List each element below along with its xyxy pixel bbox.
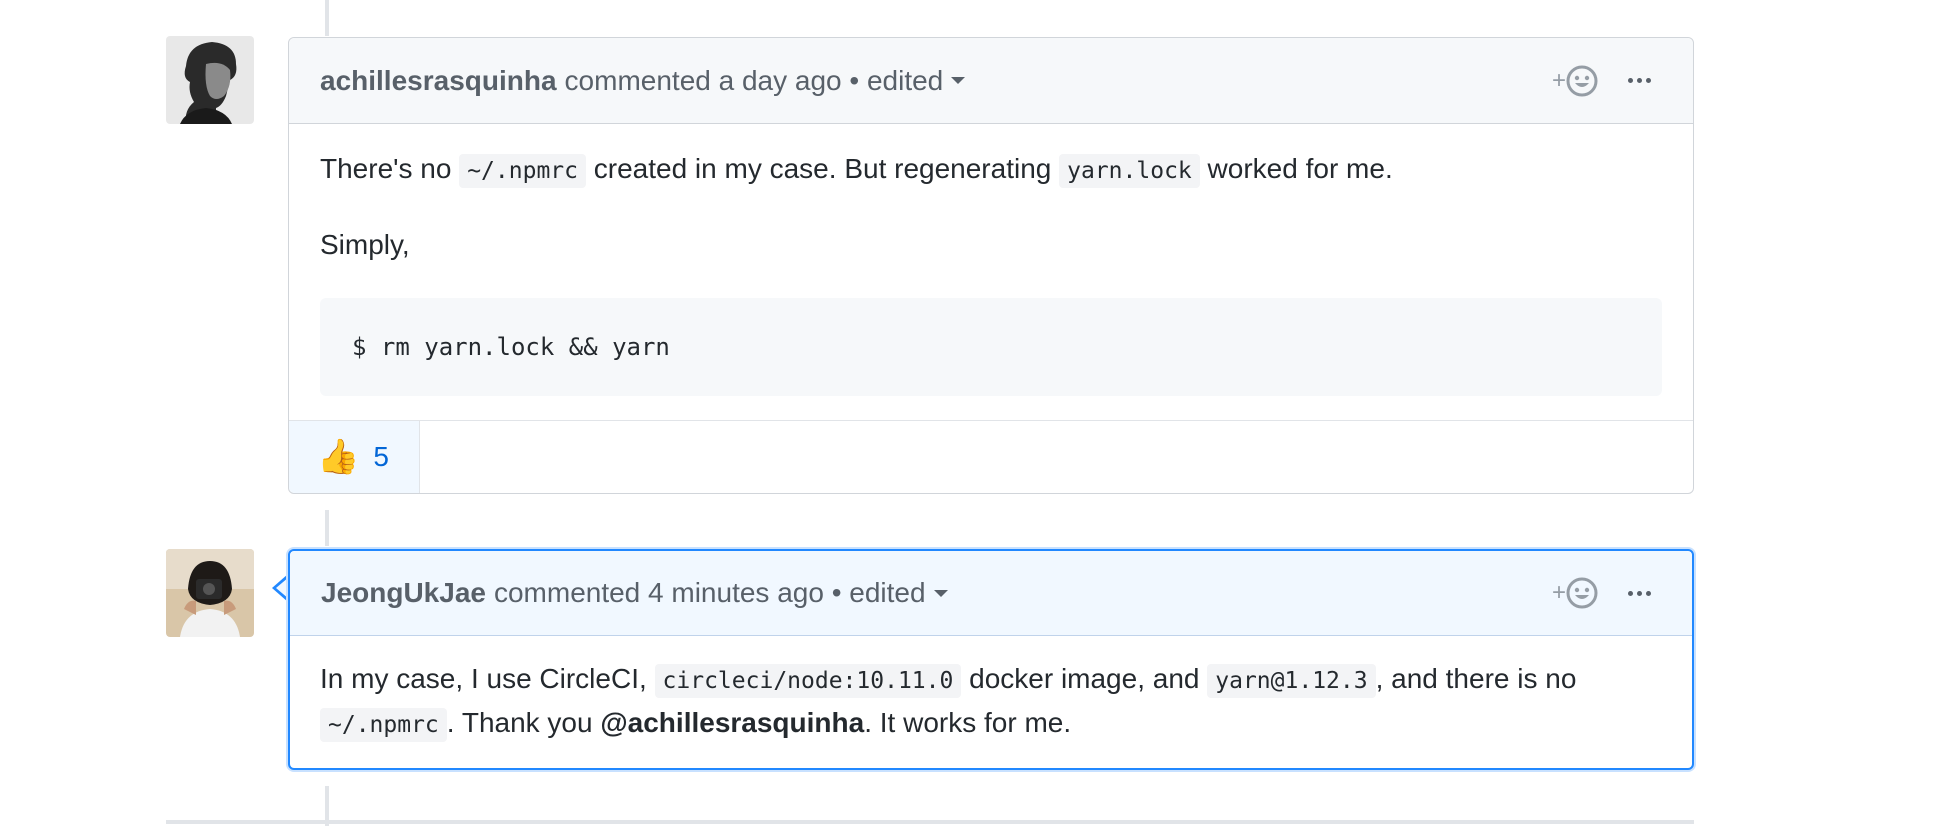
inline-code: circleci/node:10.11.0 <box>654 664 962 698</box>
comment-body: In my case, I use CircleCI, circleci/nod… <box>290 636 1692 768</box>
inline-code: yarn.lock <box>1059 154 1200 188</box>
avatar-jeongukjae[interactable] <box>166 549 254 637</box>
inline-code: yarn@1.12.3 <box>1207 664 1376 698</box>
triangle-down-icon[interactable] <box>933 589 948 597</box>
plus-label: + <box>1551 579 1566 606</box>
comment-author-link[interactable]: achillesrasquinha <box>320 65 557 97</box>
thumbs-up-reaction-button[interactable]: 👍 5 <box>289 421 420 493</box>
add-reaction-button[interactable]: + <box>1552 65 1598 97</box>
timeline-line-top <box>325 0 329 36</box>
timeline-divider <box>166 820 1694 824</box>
comment-meta[interactable]: commented a day ago • edited <box>565 65 944 97</box>
comment-paragraph: Simply, <box>320 229 410 260</box>
smiley-icon <box>1566 65 1598 96</box>
triangle-down-icon[interactable] <box>951 77 966 84</box>
comment-body: There's no ~/.npmrc created in my case. … <box>289 124 1693 420</box>
plus-label: + <box>1551 66 1566 94</box>
kebab-horizontal-icon[interactable] <box>1628 590 1651 596</box>
comment-meta[interactable]: commented 4 minutes ago • edited <box>494 577 926 609</box>
comment-paragraph: There's no ~/.npmrc created in my case. … <box>320 148 1662 192</box>
code-block: $ rm yarn.lock && yarn <box>320 298 1662 396</box>
comment-header: JeongUkJae commented 4 minutes ago • edi… <box>290 551 1692 636</box>
user-mention-link[interactable]: @achillesrasquinha <box>600 707 864 738</box>
smiley-icon <box>1566 577 1598 609</box>
comment-actions: + <box>1552 551 1651 635</box>
timeline-line-middle <box>325 510 329 546</box>
inline-code: ~/.npmrc <box>459 154 586 188</box>
comment-paragraph: In my case, I use CircleCI, circleci/nod… <box>320 658 1662 746</box>
reaction-count: 5 <box>373 441 389 472</box>
comment-header: achillesrasquinha commented a day ago • … <box>289 38 1693 124</box>
comment-jeongukjae: JeongUkJae commented 4 minutes ago • edi… <box>288 549 1694 770</box>
thumbs-up-icon: 👍 <box>317 438 360 476</box>
add-reaction-button[interactable]: + <box>1552 577 1598 609</box>
inline-code: ~/.npmrc <box>320 708 447 742</box>
reactions-bar: 👍 5 <box>289 420 1693 493</box>
avatar-achillesrasquinha[interactable] <box>166 36 254 124</box>
comment-achillesrasquinha: achillesrasquinha commented a day ago • … <box>288 37 1694 494</box>
kebab-horizontal-icon[interactable] <box>1628 78 1651 83</box>
comment-author-link[interactable]: JeongUkJae <box>321 577 486 609</box>
comment-actions: + <box>1552 38 1651 123</box>
